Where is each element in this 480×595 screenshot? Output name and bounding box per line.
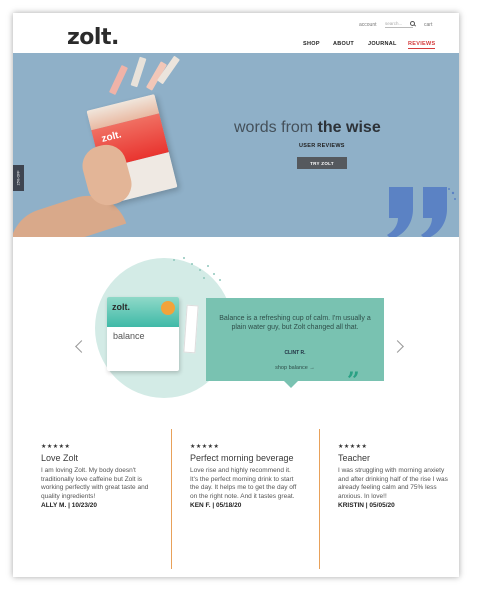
star-rating: ★★★★★ <box>190 444 220 450</box>
decorative-speckle <box>207 265 209 267</box>
review-author: KRISTIN | 05/05/20 <box>338 502 395 510</box>
review-card: ★★★★★ Perfect morning beverage Love rise… <box>190 443 300 509</box>
review-card: ★★★★★ Teacher I was struggling with morn… <box>338 443 448 509</box>
review-title: Perfect morning beverage <box>190 453 294 463</box>
try-zolt-button[interactable]: TRY ZOLT <box>297 157 347 169</box>
hero-title: words from the wise <box>234 119 381 137</box>
star-rating: ★★★★★ <box>338 444 368 450</box>
hero-title-bold: the wise <box>317 119 381 136</box>
decorative-speckle <box>213 273 215 275</box>
search-icon[interactable] <box>410 21 415 26</box>
featured-quote-text: Balance is a refreshing cup of calm. I'm… <box>219 315 371 331</box>
nav-about[interactable]: ABOUT <box>333 41 354 47</box>
nav-reviews[interactable]: REVIEWS <box>408 41 436 49</box>
review-body: Love rise and highly recommend it. It's … <box>190 467 297 500</box>
review-title: Love Zolt <box>41 453 79 463</box>
quote-close-icon: ” <box>347 368 360 394</box>
balance-name: balance <box>113 331 145 341</box>
carousel-prev-arrow[interactable] <box>75 340 88 353</box>
star-rating: ★★★★★ <box>41 444 71 450</box>
review-body: I was struggling with morning anxiety an… <box>338 467 448 500</box>
carousel-next-arrow[interactable] <box>391 340 404 353</box>
decorative-speckle <box>191 263 193 265</box>
review-divider <box>171 429 172 569</box>
account-link[interactable]: account <box>359 22 377 28</box>
site-header: zolt. account search... cart SHOP ABOUT … <box>13 13 459 53</box>
review-author: ALLY M. | 10/23/20 <box>41 502 98 510</box>
hero-subtitle: USER REVIEWS <box>299 143 345 149</box>
product-badge-icon <box>161 301 175 315</box>
hero-banner: zolt. 15% OFF words from the wise USER R… <box>13 53 459 237</box>
featured-quote-author: CLINT R. <box>284 350 306 356</box>
nav-shop[interactable]: SHOP <box>303 41 320 47</box>
review-divider <box>319 429 320 569</box>
review-author: KEN F. | 05/18/20 <box>190 502 242 510</box>
decorative-speckle <box>199 269 201 271</box>
decorative-speckle <box>183 257 185 259</box>
side-tab-label: 15% OFF <box>16 170 21 186</box>
zolt-logo[interactable]: zolt. <box>67 25 119 50</box>
nav-journal[interactable]: JOURNAL <box>368 41 397 47</box>
hero-title-light: words from <box>234 119 318 136</box>
decorative-speckle <box>173 259 175 261</box>
page: zolt. account search... cart SHOP ABOUT … <box>13 13 459 577</box>
review-body: I am loving Zolt. My body doesn't tradit… <box>41 467 149 500</box>
search-input[interactable]: search... <box>385 19 413 28</box>
product-stick <box>108 64 129 96</box>
discount-side-tab[interactable]: 15% OFF <box>13 165 24 191</box>
cart-link[interactable]: cart <box>424 22 432 28</box>
decorative-speckle <box>203 277 205 279</box>
review-card: ★★★★★ Love Zolt I am loving Zolt. My bod… <box>41 443 151 509</box>
decorative-speckle <box>219 279 221 281</box>
product-stick <box>130 56 147 88</box>
quote-mark-icon <box>387 187 456 237</box>
review-title: Teacher <box>338 453 371 463</box>
